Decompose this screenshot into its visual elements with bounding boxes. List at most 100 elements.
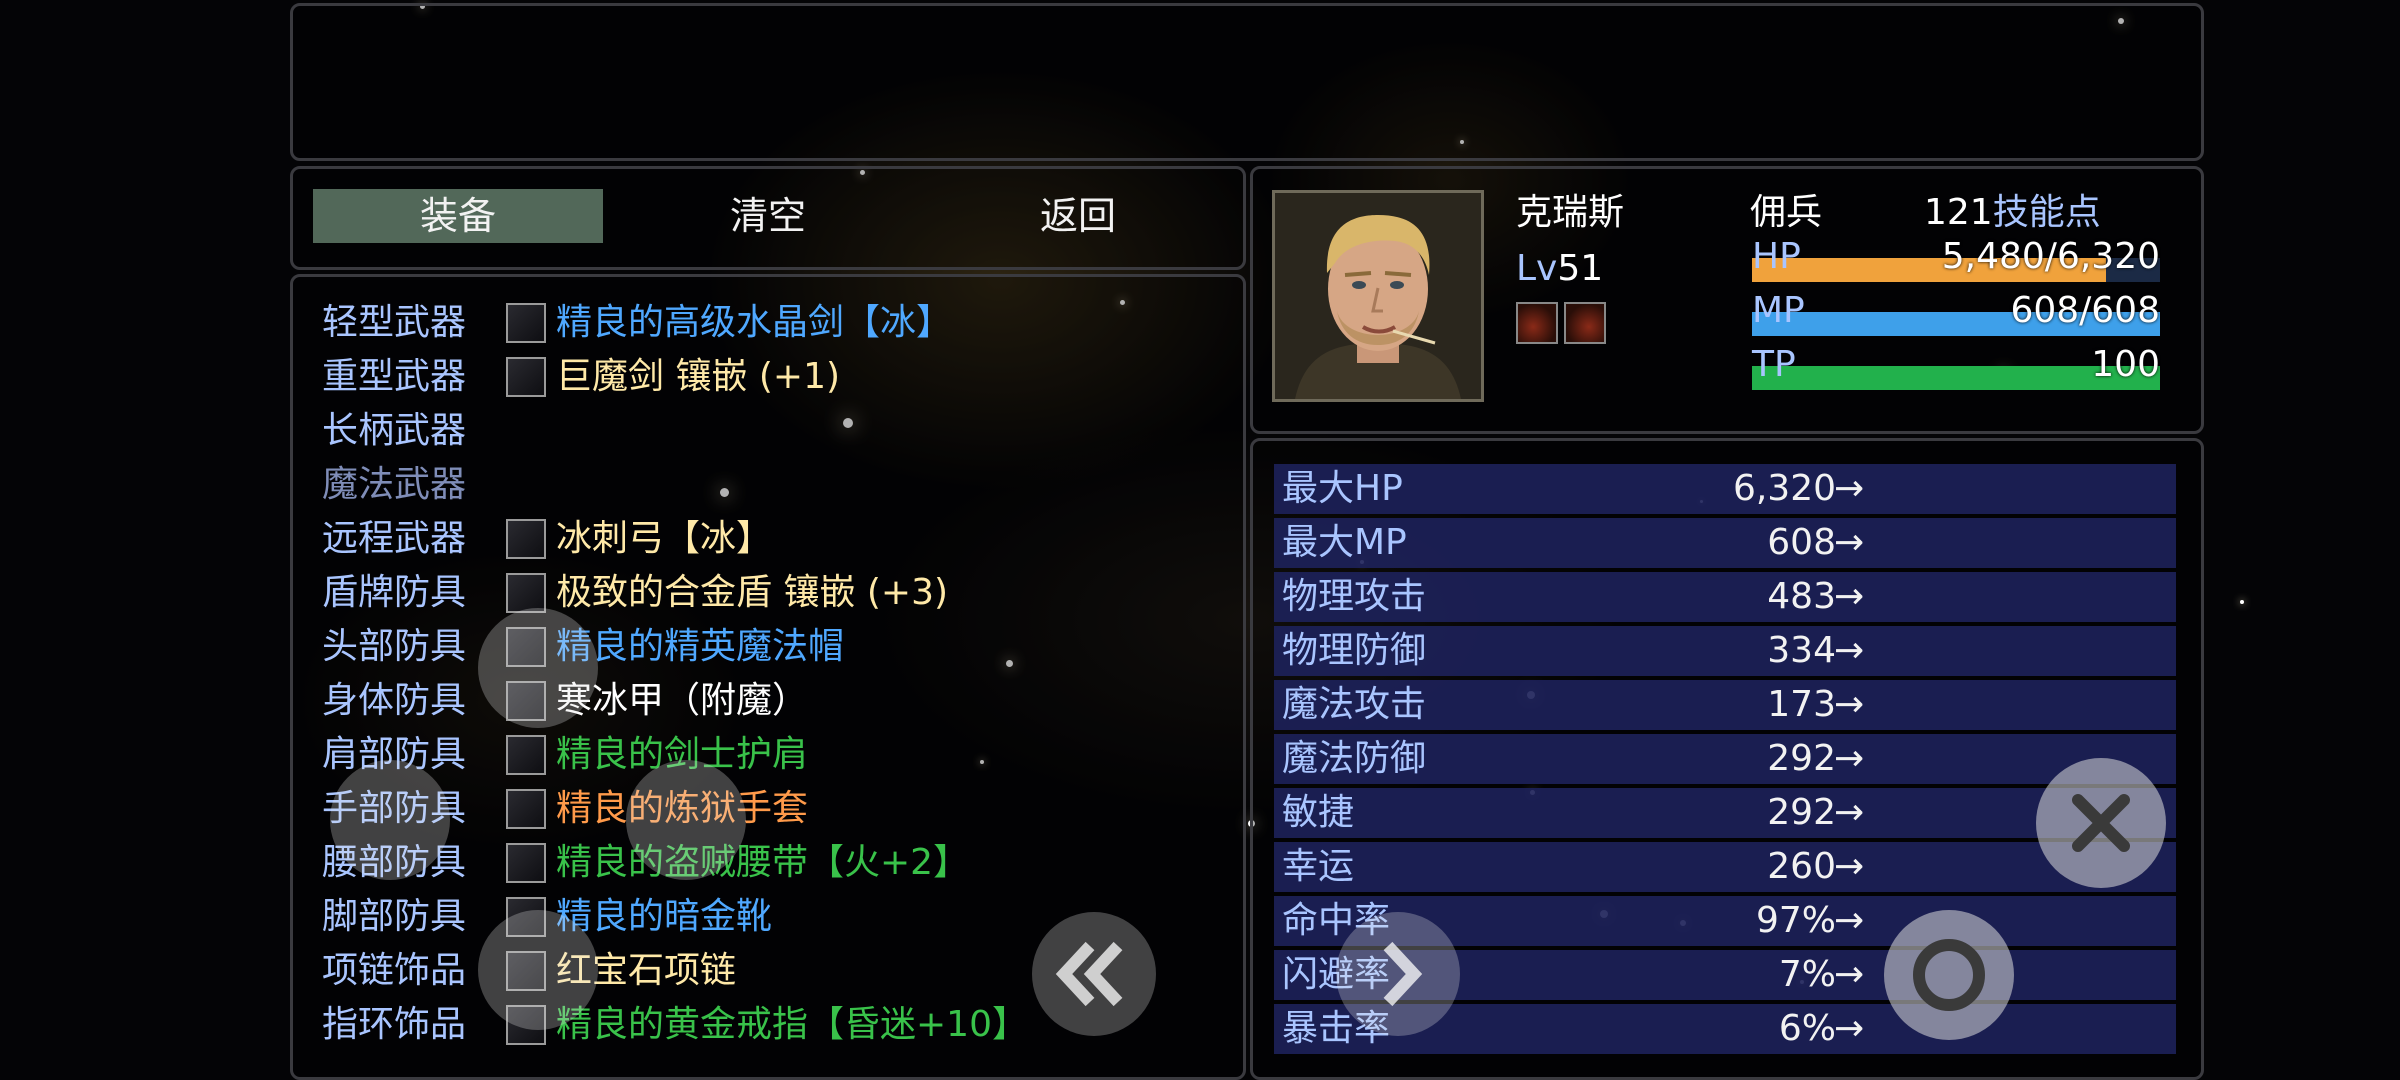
star (2240, 600, 2244, 604)
mp-value: 608/608 (2010, 290, 2160, 331)
equip-slot-label[interactable]: 轻型武器 (322, 296, 466, 350)
equip-item-name[interactable]: 精良的黄金戒指【昏迷+10】 (556, 998, 1028, 1052)
return-command[interactable]: 返回 (933, 189, 1223, 243)
level-value: 51 (1557, 248, 1604, 289)
equip-item-name[interactable]: 精良的精英魔法帽 (556, 620, 844, 674)
stat-arrow: → (1834, 1008, 1865, 1049)
hp-gauge: HP 5,480/6,320 (1752, 236, 2160, 282)
stat-label: 敏捷 (1282, 792, 1355, 833)
equip-item-name[interactable]: 精良的高级水晶剑【冰】 (556, 296, 952, 350)
stat-row: 最大HP 6,320 → (1274, 464, 2176, 514)
shield-icon (506, 573, 546, 613)
equip-slot-label[interactable]: 盾牌防具 (322, 566, 466, 620)
equip-slot-label[interactable]: 身体防具 (322, 674, 466, 728)
help-window (290, 3, 2204, 161)
stat-arrow: → (1834, 954, 1865, 995)
cancel-button[interactable] (2036, 758, 2166, 888)
stat-row: 魔法攻击 173 → (1274, 680, 2176, 730)
greatsword-icon (506, 357, 546, 397)
stat-arrow: → (1834, 522, 1865, 563)
stat-value: 173 (1767, 684, 1836, 725)
stat-row: 物理攻击 483 → (1274, 572, 2176, 622)
close-icon (2072, 794, 2130, 852)
stat-label: 最大MP (1282, 522, 1407, 563)
equip-slot-label[interactable]: 重型武器 (322, 350, 466, 404)
stat-value: 292 (1767, 738, 1836, 779)
stat-row: 最大MP 608 → (1274, 518, 2176, 568)
equip-item-name[interactable]: 巨魔剑 镶嵌 (+1) (556, 350, 840, 404)
stat-label: 物理防御 (1282, 630, 1427, 671)
stat-value: 97% (1755, 900, 1836, 941)
stat-label: 幸运 (1282, 846, 1355, 887)
confirm-button[interactable] (1884, 910, 2014, 1040)
stat-arrow: → (1834, 792, 1865, 833)
equip-slot-label[interactable]: 长柄武器 (322, 404, 466, 458)
shoulder-icon (506, 735, 546, 775)
character-name: 克瑞斯 (1516, 192, 1625, 233)
stat-value: 7% (1778, 954, 1836, 995)
page-left-button[interactable] (1032, 912, 1156, 1036)
stat-arrow: → (1834, 900, 1865, 941)
tp-gauge: TP 100 (1752, 344, 2160, 390)
stat-value: 6,320 (1732, 468, 1836, 509)
chevron-right-icon (1383, 941, 1423, 1007)
dpad-left-button[interactable] (330, 760, 450, 880)
character-class: 佣兵 (1750, 192, 1823, 233)
portrait-face-icon (1275, 193, 1481, 399)
stat-label: 物理攻击 (1282, 576, 1427, 617)
confirm-circle-icon (1913, 939, 1985, 1011)
equip-slot-label[interactable]: 魔法武器 (322, 458, 466, 512)
stat-row: 物理防御 334 → (1274, 626, 2176, 676)
stat-value: 292 (1767, 792, 1836, 833)
hp-value: 5,480/6,320 (1941, 236, 2160, 277)
gloves-icon (506, 789, 546, 829)
equip-slot-label[interactable]: 项链饰品 (322, 944, 466, 998)
belt-icon (506, 843, 546, 883)
dpad-down-button[interactable] (478, 910, 598, 1030)
stat-arrow: → (1834, 738, 1865, 779)
stat-value: 6% (1778, 1008, 1836, 1049)
equip-command[interactable]: 装备 (313, 189, 603, 243)
stat-arrow: → (1834, 684, 1865, 725)
stat-arrow: → (1834, 630, 1865, 671)
equip-slot-label[interactable]: 远程武器 (322, 512, 466, 566)
equip-item-name[interactable]: 精良的盗贼腰带【火+2】 (556, 836, 969, 890)
state-icon-burn-2 (1564, 302, 1606, 344)
bow-icon (506, 519, 546, 559)
equip-item-name[interactable]: 精良的暗金靴 (556, 890, 772, 944)
mp-gauge: MP 608/608 (1752, 290, 2160, 336)
tp-value: 100 (2091, 344, 2160, 385)
equip-slot-label[interactable]: 头部防具 (322, 620, 466, 674)
tp-label: TP (1752, 344, 1796, 385)
stat-value: 260 (1767, 846, 1836, 887)
double-chevron-left-icon (1055, 941, 1123, 1007)
stat-value: 608 (1767, 522, 1836, 563)
stat-arrow: → (1834, 576, 1865, 617)
stat-arrow: → (1834, 468, 1865, 509)
dpad-right-button[interactable] (626, 760, 746, 880)
equip-slot-label[interactable]: 指环饰品 (322, 998, 466, 1052)
stat-value: 334 (1767, 630, 1836, 671)
command-window: 装备 清空 返回 (290, 166, 1246, 270)
sword-icon (506, 303, 546, 343)
stat-label: 最大HP (1282, 468, 1403, 509)
stat-label: 魔法攻击 (1282, 684, 1427, 725)
state-icon-burn-1 (1516, 302, 1558, 344)
dpad-up-button[interactable] (478, 608, 598, 728)
level: Lv51 (1516, 242, 1603, 296)
equip-item-name[interactable]: 极致的合金盾 镶嵌 (+3) (556, 566, 948, 620)
skill-points: 121技能点 (1924, 186, 2101, 240)
equip-item-name[interactable]: 冰刺弓【冰】 (556, 512, 772, 566)
character-portrait (1272, 190, 1484, 402)
level-prefix: Lv (1516, 248, 1558, 289)
stat-value: 483 (1767, 576, 1836, 617)
mp-label: MP (1752, 290, 1805, 331)
equip-slot-label[interactable]: 脚部防具 (322, 890, 466, 944)
stat-label: 魔法防御 (1282, 738, 1427, 779)
hp-label: HP (1752, 236, 1801, 277)
skill-points-label: 技能点 (1992, 192, 2101, 233)
stat-arrow: → (1834, 846, 1865, 887)
page-right-button[interactable] (1336, 912, 1460, 1036)
skill-points-value: 121 (1924, 192, 1993, 233)
clear-command[interactable]: 清空 (623, 189, 913, 243)
